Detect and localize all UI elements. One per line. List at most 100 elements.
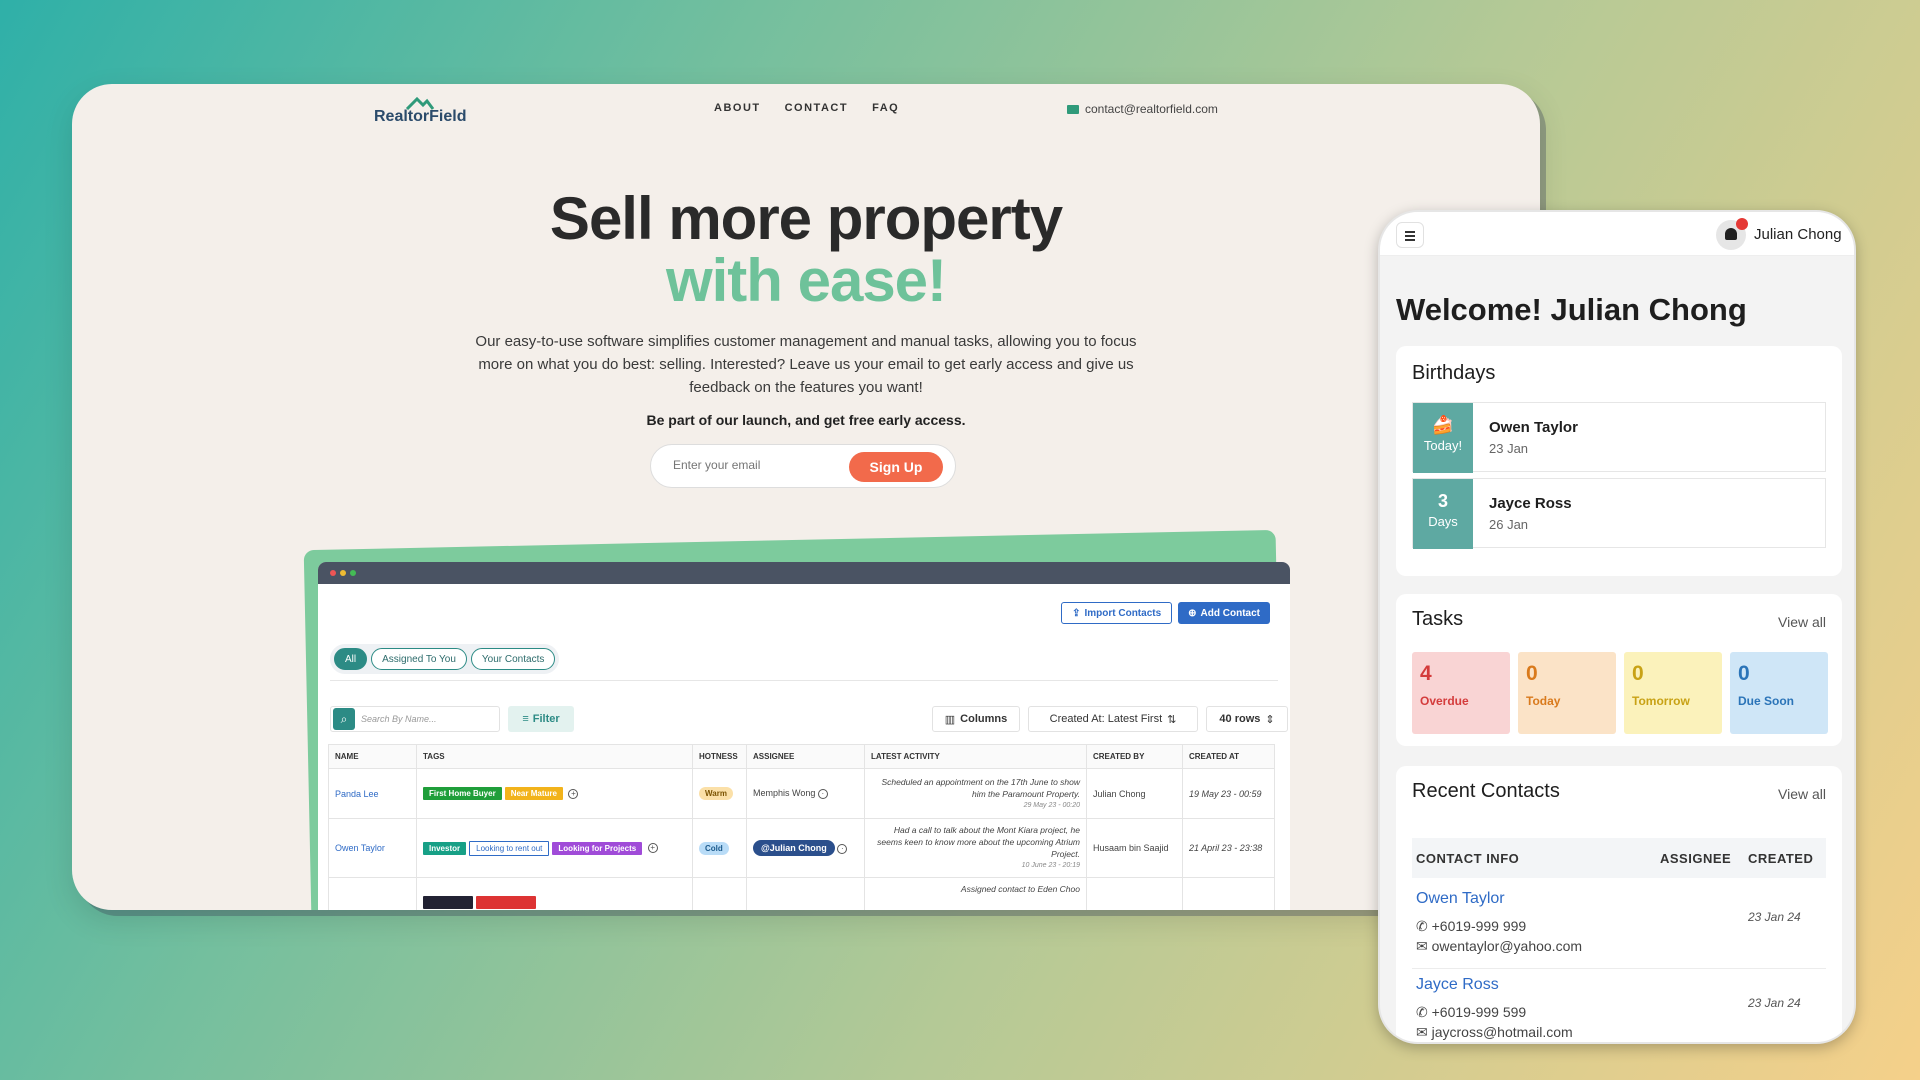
rows-label: 40 rows <box>1219 713 1261 725</box>
task-tile-tomorrow[interactable]: 0 Tomorrow <box>1624 652 1722 734</box>
add-contact-button[interactable]: ⊕ Add Contact <box>1178 602 1270 624</box>
birthdays-title: Birthdays <box>1412 362 1496 384</box>
tag-badge[interactable] <box>423 896 473 909</box>
task-tile-overdue[interactable]: 4 Overdue <box>1412 652 1510 734</box>
task-tile-due-soon[interactable]: 0 Due Soon <box>1730 652 1828 734</box>
col-created-at[interactable]: CREATED AT <box>1182 744 1275 769</box>
task-label: Today <box>1526 694 1561 708</box>
search-icon: ⌕ <box>333 708 355 730</box>
hotness-badge: Cold <box>699 841 729 855</box>
activity-text: Had a call to talk about the Mont Kiara … <box>877 825 1080 859</box>
tag-badge[interactable]: Looking to rent out <box>469 840 550 856</box>
add-tag-icon[interactable]: + <box>647 843 658 854</box>
task-tile-today[interactable]: 0 Today <box>1518 652 1616 734</box>
contact-row[interactable]: Owen Taylor ✆ +6019-999 999 ✉ owentaylor… <box>1412 890 1826 960</box>
contact-email: ✉ owentaylor@yahoo.com <box>1416 938 1582 955</box>
badge-label: Days <box>1428 514 1458 529</box>
tasks-title: Tasks <box>1412 608 1464 630</box>
phone-number: +6019-999 999 <box>1431 918 1527 934</box>
assignee-name: Memphis Wong <box>753 788 816 799</box>
contact-email-link[interactable]: contact@realtorfield.com <box>1067 102 1218 116</box>
birthday-date: 23 Jan <box>1489 441 1529 456</box>
app-screenshot: ⇪ Import Contacts ⊕ Add Contact All Assi… <box>318 562 1290 910</box>
col-tags[interactable]: TAGS <box>416 744 693 769</box>
tab-all[interactable]: All <box>334 648 368 670</box>
phone-number: +6019-999 599 <box>1431 1004 1527 1020</box>
recent-view-all-link[interactable]: View all <box>1778 786 1826 802</box>
site-logo[interactable]: RealtorField <box>374 96 466 126</box>
task-label: Tomorrow <box>1632 694 1690 708</box>
col-name[interactable]: NAME <box>328 744 417 769</box>
logo-text: RealtorField <box>374 108 467 125</box>
hero-title-accent: with ease! <box>665 247 947 314</box>
user-circle-icon[interactable]: · <box>837 843 848 854</box>
rows-per-page-select[interactable]: 40 rows ⇕ <box>1206 706 1288 732</box>
filter-button[interactable]: ≡ Filter <box>508 706 574 732</box>
recent-contacts-title: Recent Contacts <box>1412 780 1560 802</box>
import-contacts-label: Import Contacts <box>1084 607 1162 619</box>
contact-email-text: contact@realtorfield.com <box>1085 102 1218 116</box>
contact-row[interactable]: Jayce Ross ✆ +6019-999 599 ✉ jaycross@ho… <box>1412 976 1826 1042</box>
birthday-date: 26 Jan <box>1489 517 1529 532</box>
menu-icon[interactable] <box>1396 222 1424 248</box>
contact-phone: ✆ +6019-999 599 <box>1416 1004 1526 1021</box>
birthday-item[interactable]: 🍰 Today! Owen Taylor 23 Jan <box>1412 402 1826 473</box>
tag-badge[interactable]: First Home Buyer <box>423 787 502 800</box>
import-contacts-button[interactable]: ⇪ Import Contacts <box>1061 602 1173 624</box>
desktop-website-mockup: RealtorField ABOUT CONTACT FAQ contact@r… <box>72 84 1540 910</box>
col-created-by[interactable]: CREATED BY <box>1086 744 1183 769</box>
nav-about[interactable]: ABOUT <box>714 102 761 114</box>
birthday-name: Jayce Ross <box>1489 495 1572 512</box>
tasks-view-all-link[interactable]: View all <box>1778 614 1826 630</box>
hero-title: Sell more property <box>549 185 1063 252</box>
contact-phone: ✆ +6019-999 999 <box>1416 918 1526 935</box>
table-row[interactable]: Owen Taylor Investor Looking to rent out L… <box>328 818 1275 878</box>
welcome-title: Welcome! Julian Chong <box>1396 292 1747 327</box>
columns-button[interactable]: ▥ Columns <box>932 706 1020 732</box>
user-name[interactable]: Julian Chong <box>1754 226 1842 243</box>
divider <box>330 680 1278 681</box>
contact-name-link[interactable]: Jayce Ross <box>1416 976 1499 994</box>
tag-badge[interactable]: Looking for Projects <box>552 841 643 855</box>
birthday-badge: 🍰 Today! <box>1413 403 1473 473</box>
nav-contact[interactable]: CONTACT <box>785 102 848 114</box>
recent-contacts-header: CONTACT INFO ASSIGNEE CREATED <box>1412 838 1826 878</box>
tag-badge[interactable]: Investor <box>423 841 467 855</box>
mobile-app-mockup: Julian Chong Welcome! Julian Chong Birth… <box>1378 210 1856 1044</box>
contact-actions: ⇪ Import Contacts ⊕ Add Contact <box>1061 602 1270 624</box>
created-at: 21 April 23 - 23:38 <box>1182 818 1275 878</box>
columns-icon: ▥ <box>944 713 956 726</box>
user-circle-icon[interactable]: · <box>817 788 828 799</box>
recent-contacts-card: Recent Contacts View all CONTACT INFO AS… <box>1396 766 1842 1042</box>
phone-icon: ✆ <box>1416 918 1432 934</box>
tab-assigned-to-you[interactable]: Assigned To You <box>371 648 467 670</box>
table-row[interactable]: Assigned contact to Eden Choo <box>328 877 1275 910</box>
birthday-item[interactable]: 3 Days Jayce Ross 26 Jan <box>1412 478 1826 549</box>
days-count: 3 <box>1437 491 1448 511</box>
badge-label: Today! <box>1423 438 1463 453</box>
col-latest-activity[interactable]: LATEST ACTIVITY <box>864 744 1087 769</box>
email-input[interactable] <box>673 458 833 472</box>
add-tag-icon[interactable]: + <box>568 788 579 799</box>
select-caret-icon: ⇕ <box>1265 713 1275 726</box>
col-assignee[interactable]: ASSIGNEE <box>746 744 865 769</box>
sort-select[interactable]: Created At: Latest First ⇅ <box>1028 706 1198 732</box>
signup-button[interactable]: Sign Up <box>849 452 943 482</box>
assignee-pill[interactable]: @Julian Chong <box>753 840 835 856</box>
contact-name-link[interactable]: Owen Taylor <box>335 843 385 853</box>
search-input[interactable]: ⌕ Search By Name... <box>330 706 500 732</box>
nav-faq[interactable]: FAQ <box>872 102 899 114</box>
columns-label: Columns <box>960 713 1008 725</box>
tag-badge[interactable] <box>476 896 536 909</box>
add-circle-icon: ⊕ <box>1188 607 1197 619</box>
contact-name-link[interactable]: Panda Lee <box>335 789 379 799</box>
tag-badge[interactable]: Near Mature <box>504 787 563 800</box>
launch-cta-text: Be part of our launch, and get free earl… <box>646 412 966 428</box>
col-hotness[interactable]: HOTNESS <box>692 744 747 769</box>
tab-your-contacts[interactable]: Your Contacts <box>470 648 556 670</box>
contact-name-link[interactable]: Owen Taylor <box>1416 890 1505 908</box>
notification-bell-icon[interactable] <box>1716 218 1748 250</box>
birthday-badge: 3 Days <box>1413 479 1473 549</box>
table-header-row: NAME TAGS HOTNESS ASSIGNEE LATEST ACTIVI… <box>328 744 1275 769</box>
table-row[interactable]: Panda Lee First Home Buyer Near Mature + … <box>328 768 1275 819</box>
